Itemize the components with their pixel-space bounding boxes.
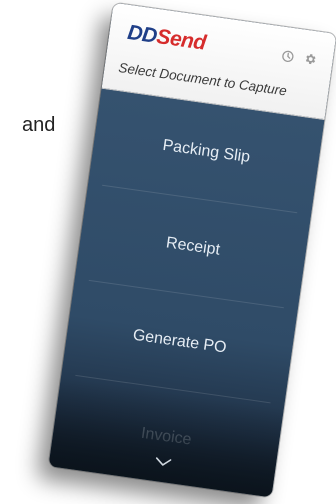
document-item-label: Receipt xyxy=(164,234,222,259)
document-item-label: Generate PO xyxy=(131,326,228,357)
background-partial-text: and xyxy=(22,114,56,136)
logo-send-text: Send xyxy=(155,25,208,55)
screenshot-canvas: and DDSend Select Document to Capture Pa… xyxy=(0,0,336,504)
document-item-label: Invoice xyxy=(139,424,193,449)
logo-dd-text: DD xyxy=(126,20,159,48)
history-icon[interactable] xyxy=(281,49,295,63)
gear-icon[interactable] xyxy=(303,52,318,67)
app-logo: DDSend xyxy=(126,21,207,56)
header-icons xyxy=(281,49,317,67)
document-list: Packing Slip Receipt Generate PO Invoice xyxy=(48,88,325,498)
document-item-label: Packing Slip xyxy=(161,136,252,167)
chevron-down-icon[interactable] xyxy=(152,453,172,473)
phone-screen: DDSend Select Document to Capture Packin… xyxy=(48,2,336,498)
